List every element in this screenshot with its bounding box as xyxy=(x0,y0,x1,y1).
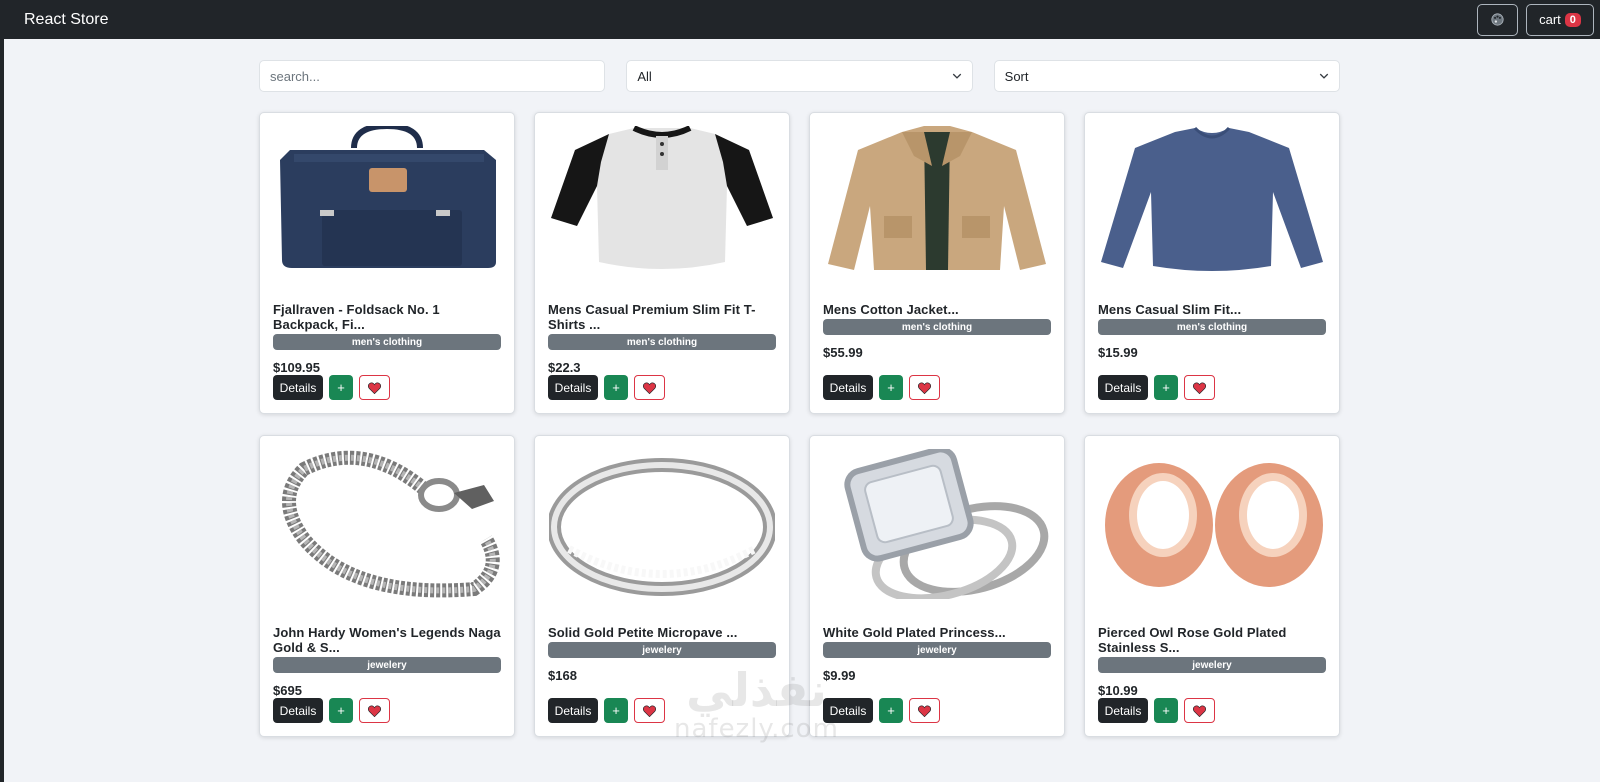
product-price: $168 xyxy=(548,668,577,683)
product-title[interactable]: White Gold Plated Princess... xyxy=(823,625,1051,640)
add-to-cart-button[interactable]: + xyxy=(879,375,903,400)
category-badge: men's clothing xyxy=(823,319,1051,335)
card-actions: Details + xyxy=(548,698,665,723)
favorite-button[interactable] xyxy=(1184,698,1215,723)
details-button[interactable]: Details xyxy=(273,375,323,400)
heart-icon xyxy=(643,704,656,717)
details-button[interactable]: Details xyxy=(1098,375,1148,400)
product-title[interactable]: Pierced Owl Rose Gold Plated Stainless S… xyxy=(1098,625,1326,655)
product-card: Mens Casual Premium Slim Fit T-Shirts ..… xyxy=(534,112,790,414)
brand[interactable]: React Store xyxy=(24,11,108,29)
add-to-cart-button[interactable]: + xyxy=(329,375,353,400)
details-button[interactable]: Details xyxy=(823,698,873,723)
nav-actions: cart 0 xyxy=(1477,3,1594,36)
card-actions: Details + xyxy=(548,375,665,400)
favorite-button[interactable] xyxy=(909,698,940,723)
product-price: $695 xyxy=(273,683,302,698)
heart-icon xyxy=(368,704,381,717)
navbar: React Store cart 0 xyxy=(4,0,1600,39)
heart-icon xyxy=(918,381,931,394)
search-placeholder: search... xyxy=(270,68,320,84)
details-button[interactable]: Details xyxy=(823,375,873,400)
product-title[interactable]: Mens Casual Slim Fit... xyxy=(1098,302,1326,317)
details-button[interactable]: Details xyxy=(1098,698,1148,723)
category-badge: jewelery xyxy=(823,642,1051,658)
heart-icon xyxy=(918,704,931,717)
add-to-cart-button[interactable]: + xyxy=(1154,375,1178,400)
product-card: Solid Gold Petite Micropave ... jewelery… xyxy=(534,435,790,737)
heart-icon xyxy=(368,381,381,394)
heart-icon xyxy=(1193,381,1206,394)
theme-toggle-button[interactable] xyxy=(1477,3,1518,36)
card-actions: Details + xyxy=(823,375,940,400)
category-badge: jewelery xyxy=(548,642,776,658)
product-title[interactable]: John Hardy Women's Legends Naga Gold & S… xyxy=(273,625,501,655)
card-actions: Details + xyxy=(1098,375,1215,400)
product-card: Fjallraven - Foldsack No. 1 Backpack, Fi… xyxy=(259,112,515,414)
category-badge: men's clothing xyxy=(273,334,501,350)
product-price: $55.99 xyxy=(823,345,863,360)
sort-select[interactable]: Sort xyxy=(993,60,1340,92)
backpack-image[interactable] xyxy=(273,125,501,277)
category-badge: jewelery xyxy=(273,657,501,673)
favorite-button[interactable] xyxy=(359,375,390,400)
search-input[interactable]: search... xyxy=(259,60,606,92)
details-button[interactable]: Details xyxy=(548,375,598,400)
product-price: $109.95 xyxy=(273,360,320,375)
favorite-button[interactable] xyxy=(909,375,940,400)
product-price: $15.99 xyxy=(1098,345,1138,360)
product-card: John Hardy Women's Legends Naga Gold & S… xyxy=(259,435,515,737)
cart-button[interactable]: cart 0 xyxy=(1526,3,1594,36)
product-card: White Gold Plated Princess... jewelery $… xyxy=(809,435,1065,737)
add-to-cart-button[interactable]: + xyxy=(1154,698,1178,723)
card-actions: Details + xyxy=(273,375,390,400)
category-badge: men's clothing xyxy=(1098,319,1326,335)
product-card: Mens Casual Slim Fit... men's clothing $… xyxy=(1084,112,1340,414)
heart-icon xyxy=(643,381,656,394)
favorite-button[interactable] xyxy=(634,698,665,723)
favorite-button[interactable] xyxy=(359,698,390,723)
add-to-cart-button[interactable]: + xyxy=(604,698,628,723)
add-to-cart-button[interactable]: + xyxy=(879,698,903,723)
details-button[interactable]: Details xyxy=(273,698,323,723)
product-card: Pierced Owl Rose Gold Plated Stainless S… xyxy=(1084,435,1340,737)
favorite-button[interactable] xyxy=(1184,375,1215,400)
category-badge: men's clothing xyxy=(548,334,776,350)
category-select[interactable]: All xyxy=(626,60,973,92)
category-select-value: All xyxy=(637,68,652,84)
product-price: $10.99 xyxy=(1098,683,1138,698)
product-title[interactable]: Fjallraven - Foldsack No. 1 Backpack, Fi… xyxy=(273,302,501,332)
product-title[interactable]: Mens Cotton Jacket... xyxy=(823,302,1051,317)
filter-bar: search... All Sort xyxy=(259,60,1340,92)
longsleeve-image[interactable] xyxy=(1098,125,1326,277)
card-actions: Details + xyxy=(1098,698,1215,723)
cart-label: cart xyxy=(1539,12,1561,27)
product-title[interactable]: Mens Casual Premium Slim Fit T-Shirts ..… xyxy=(548,302,776,332)
chevron-down-icon xyxy=(1319,73,1329,79)
jacket-image[interactable] xyxy=(823,125,1051,277)
palette-icon xyxy=(1491,13,1504,26)
product-price: $9.99 xyxy=(823,668,856,683)
cart-count-badge: 0 xyxy=(1564,12,1581,27)
favorite-button[interactable] xyxy=(634,375,665,400)
category-badge: jewelery xyxy=(1098,657,1326,673)
diamond-ring-image[interactable] xyxy=(823,448,1051,600)
card-actions: Details + xyxy=(823,698,940,723)
heart-icon xyxy=(1193,704,1206,717)
product-grid: Fjallraven - Foldsack No. 1 Backpack, Fi… xyxy=(259,112,1340,737)
tshirt-image[interactable] xyxy=(548,125,776,277)
add-to-cart-button[interactable]: + xyxy=(604,375,628,400)
sort-select-value: Sort xyxy=(1004,68,1029,84)
ring-image[interactable] xyxy=(548,448,776,600)
add-to-cart-button[interactable]: + xyxy=(329,698,353,723)
card-actions: Details + xyxy=(273,698,390,723)
details-button[interactable]: Details xyxy=(548,698,598,723)
product-card: Mens Cotton Jacket... men's clothing $55… xyxy=(809,112,1065,414)
product-title[interactable]: Solid Gold Petite Micropave ... xyxy=(548,625,776,640)
ear-plugs-image[interactable] xyxy=(1098,448,1326,600)
chevron-down-icon xyxy=(952,73,961,79)
product-price: $22.3 xyxy=(548,360,581,375)
bracelet-image[interactable] xyxy=(273,448,501,600)
